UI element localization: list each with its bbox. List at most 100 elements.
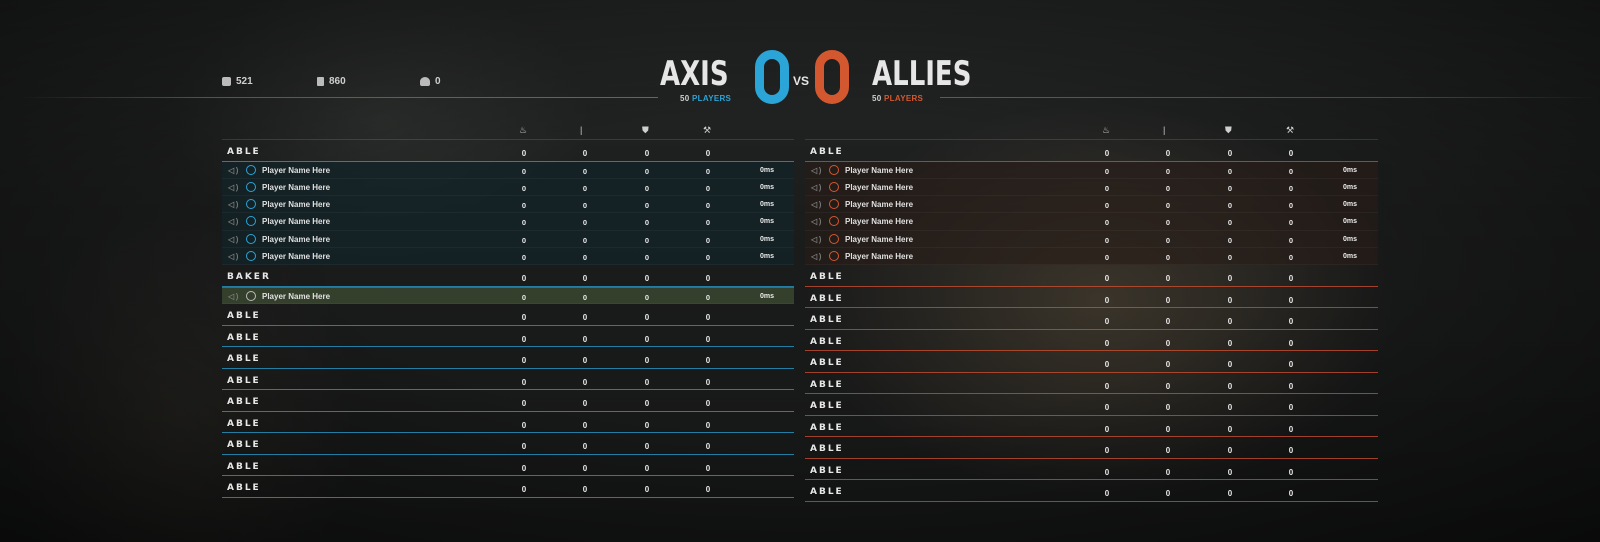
squad-score-cell: 0 xyxy=(1288,381,1294,391)
player-row[interactable]: ◁ ) Player Name Here 0 0 0 0 0ms xyxy=(222,178,794,197)
squad-row[interactable]: ABLE 0 0 0 0 xyxy=(805,308,1378,330)
player-row[interactable]: ◁ ) Player Name Here 0 0 0 0 0ms xyxy=(805,247,1378,266)
player-row[interactable]: ◁ ) Player Name Here 0 0 0 0 0ms xyxy=(222,247,794,266)
squad-row[interactable]: ABLE 0 0 0 0 xyxy=(222,476,794,498)
player-row[interactable]: ◁ ) Player Name Here 0 0 0 0 0ms xyxy=(222,196,794,214)
player-name[interactable]: Player Name Here xyxy=(262,166,330,175)
squad-row[interactable]: ABLE 0 0 0 0 xyxy=(805,140,1378,162)
squad-row[interactable]: ABLE 0 0 0 0 xyxy=(222,140,794,162)
player-score-cell: 0 xyxy=(644,218,650,228)
column-headers: ♨ | ⛊ ⚒ xyxy=(805,120,1378,140)
squad-score-cell: 0 xyxy=(1288,489,1294,499)
player-ping: 0ms xyxy=(760,166,775,174)
player-score-cell: 0 xyxy=(705,252,711,262)
speaker-icon[interactable]: ◁ ) xyxy=(228,292,238,301)
squad-score-cell: 0 xyxy=(1288,149,1294,158)
squad-row[interactable]: ABLE 0 0 0 0 xyxy=(222,326,794,348)
squad-row[interactable]: ABLE 0 0 0 0 xyxy=(222,455,794,477)
squad-row[interactable]: ABLE 0 0 0 0 xyxy=(222,433,794,455)
speaker-icon[interactable]: ◁ ) xyxy=(811,166,821,175)
player-name[interactable]: Player Name Here xyxy=(262,235,330,244)
squad-row[interactable]: ABLE 0 0 0 0 xyxy=(222,304,794,326)
speaker-icon[interactable]: ◁ ) xyxy=(811,217,821,226)
player-score-cell: 0 xyxy=(582,252,588,262)
squad-row[interactable]: ABLE 0 0 0 0 xyxy=(222,347,794,369)
squad-row[interactable]: ABLE 0 0 0 0 xyxy=(805,373,1378,395)
player-score-cell: 0 xyxy=(1165,252,1171,262)
player-name[interactable]: Player Name Here xyxy=(262,252,330,261)
player-row[interactable]: ◁ ) Player Name Here 0 0 0 0 0ms xyxy=(222,230,794,248)
player-score-cell: 0 xyxy=(1104,183,1110,193)
speaker-icon[interactable]: ◁ ) xyxy=(811,235,821,244)
squad-score-cell: 0 xyxy=(644,485,650,495)
squad-row[interactable]: ABLE 0 0 0 0 xyxy=(805,330,1378,352)
player-row[interactable]: ◁ ) Player Name Here 0 0 0 0 0ms xyxy=(805,230,1378,248)
squad-row[interactable]: ABLE 0 0 0 0 xyxy=(805,480,1378,502)
squad-row[interactable]: ABLE 0 0 0 0 xyxy=(805,394,1378,416)
squad-name: ABLE xyxy=(810,358,844,369)
squad-row[interactable]: ABLE 0 0 0 0 xyxy=(222,412,794,434)
allies-scoreboard: ♨ | ⛊ ⚒ ABLE 0 0 0 0 ◁ ) Player Name Here 0 0 0 0 0ms ◁ … xyxy=(805,120,1378,502)
squad-score-cell: 0 xyxy=(1227,403,1233,413)
player-ping: 0ms xyxy=(760,183,775,191)
player-score-cell: 0 xyxy=(1288,166,1294,176)
speaker-icon[interactable]: ◁ ) xyxy=(811,200,821,209)
speaker-icon[interactable]: ◁ ) xyxy=(228,200,238,209)
player-row[interactable]: ◁ ) Player Name Here 0 0 0 0 0ms xyxy=(222,161,794,179)
speaker-icon[interactable]: ◁ ) xyxy=(228,235,238,244)
speaker-icon[interactable]: ◁ ) xyxy=(811,252,821,261)
player-row[interactable]: ◁ ) Player Name Here 0 0 0 0 0ms xyxy=(805,161,1378,179)
player-name[interactable]: Player Name Here xyxy=(262,200,330,209)
player-ping: 0ms xyxy=(760,218,775,226)
player-name[interactable]: Player Name Here xyxy=(845,200,913,209)
speaker-icon[interactable]: ◁ ) xyxy=(228,252,238,261)
supplies-icon xyxy=(222,77,231,86)
squad-name: ABLE xyxy=(227,311,261,322)
squad-score-cell: 0 xyxy=(582,356,588,366)
player-name[interactable]: Player Name Here xyxy=(845,252,913,261)
player-name[interactable]: Player Name Here xyxy=(845,166,913,175)
squad-row[interactable]: ABLE 0 0 0 0 xyxy=(805,265,1378,287)
player-score-cell: 0 xyxy=(1165,235,1171,245)
player-row[interactable]: ◁ ) Player Name Here 0 0 0 0 0ms xyxy=(805,196,1378,214)
squad-name: ABLE xyxy=(227,483,261,494)
squad-score-cell: 0 xyxy=(521,463,527,473)
support-icon: ⚒ xyxy=(703,125,712,135)
squad-score-cell: 0 xyxy=(705,356,711,366)
squad-score-cell: 0 xyxy=(1104,467,1110,477)
squad-row[interactable]: ABLE 0 0 0 0 xyxy=(805,459,1378,481)
squad-score-cell: 0 xyxy=(1165,381,1171,391)
player-row[interactable]: ◁ ) Player Name Here 0 0 0 0 0ms xyxy=(805,213,1378,231)
squad-row[interactable]: ABLE 0 0 0 0 xyxy=(805,287,1378,309)
squad-score-cell: 0 xyxy=(1227,295,1233,305)
squad-score-cell: 0 xyxy=(1104,360,1110,370)
squad-row[interactable]: ABLE 0 0 0 0 xyxy=(222,369,794,391)
squad-row[interactable]: BAKER 0 0 0 0 xyxy=(222,265,794,287)
speaker-icon[interactable]: ◁ ) xyxy=(228,217,238,226)
player-row[interactable]: ◁ ) Player Name Here 0 0 0 0 0ms xyxy=(222,286,794,305)
player-score-cell: 0 xyxy=(1104,218,1110,228)
squad-row[interactable]: ABLE 0 0 0 0 xyxy=(805,437,1378,459)
player-name[interactable]: Player Name Here xyxy=(845,183,913,192)
player-name[interactable]: Player Name Here xyxy=(845,235,913,244)
squad-row[interactable]: ABLE 0 0 0 0 xyxy=(805,416,1378,438)
squad-row[interactable]: ABLE 0 0 0 0 xyxy=(805,351,1378,373)
player-name[interactable]: Player Name Here xyxy=(262,292,330,301)
speaker-icon[interactable]: ◁ ) xyxy=(811,183,821,192)
speaker-icon[interactable]: ◁ ) xyxy=(228,166,238,175)
squad-score-cell: 0 xyxy=(1165,360,1171,370)
rank-icon xyxy=(246,233,256,244)
player-score-cell: 0 xyxy=(521,235,527,245)
player-row[interactable]: ◁ ) Player Name Here 0 0 0 0 0ms xyxy=(222,213,794,231)
speaker-icon[interactable]: ◁ ) xyxy=(228,183,238,192)
squad-score-cell: 0 xyxy=(1227,360,1233,370)
player-score-cell: 0 xyxy=(521,292,527,302)
player-name[interactable]: Player Name Here xyxy=(845,217,913,226)
squad-score-cell: 0 xyxy=(1104,446,1110,456)
player-row[interactable]: ◁ ) Player Name Here 0 0 0 0 0ms xyxy=(805,178,1378,197)
squad-score-cell: 0 xyxy=(1104,424,1110,434)
squad-row[interactable]: ABLE 0 0 0 0 xyxy=(222,390,794,412)
player-name[interactable]: Player Name Here xyxy=(262,183,330,192)
player-name[interactable]: Player Name Here xyxy=(262,217,330,226)
player-score-cell: 0 xyxy=(521,201,527,211)
